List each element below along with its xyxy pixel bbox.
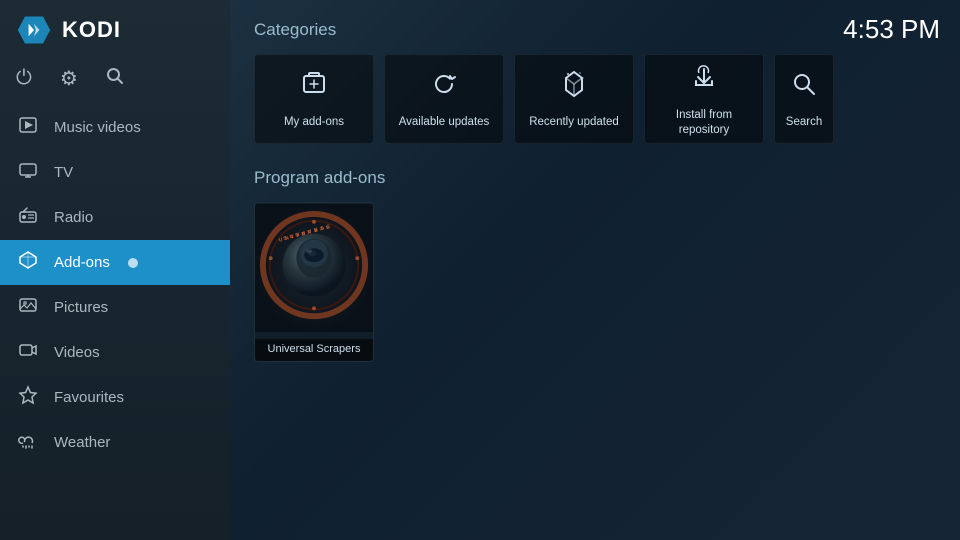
available-updates-label: Available updates (395, 115, 494, 130)
sidebar: KODI ⏻ ⚙ Music videos TV Radio (0, 0, 230, 540)
sidebar-label-music-videos: Music videos (54, 119, 141, 136)
sidebar-label-addons: Add-ons (54, 254, 110, 271)
category-recently-updated[interactable]: Recently updated (514, 54, 634, 144)
tv-icon (16, 160, 40, 185)
sidebar-item-addons[interactable]: Add-ons (0, 240, 230, 285)
addon-thumb-universal-scrapers: UNIVERSAL SCRAPERS (255, 203, 373, 333)
music-videos-icon (16, 115, 40, 140)
search-cat-icon (788, 68, 820, 107)
sidebar-label-radio: Radio (54, 209, 93, 226)
sidebar-item-videos[interactable]: Videos (0, 330, 230, 375)
category-install-from-repository[interactable]: Install from repository (644, 54, 764, 144)
recently-updated-icon (558, 68, 590, 107)
pictures-icon (16, 295, 40, 320)
install-from-repository-icon (688, 61, 720, 100)
available-updates-icon (428, 68, 460, 107)
search-cat-label: Search (782, 115, 826, 130)
addon-universal-scrapers[interactable]: UNIVERSAL SCRAPERS Universal Scrapers (254, 202, 374, 362)
main-content: 4:53 PM Categories My add-ons (230, 0, 960, 540)
weather-icon (16, 430, 40, 455)
time-display: 4:53 PM (843, 14, 940, 45)
app-title: KODI (62, 17, 121, 43)
addons-icon (16, 250, 40, 275)
sidebar-label-pictures: Pictures (54, 299, 108, 316)
sidebar-item-weather[interactable]: Weather (0, 420, 230, 465)
app-header: KODI (0, 0, 230, 60)
category-my-addons[interactable]: My add-ons (254, 54, 374, 144)
sidebar-label-videos: Videos (54, 344, 100, 361)
sidebar-item-tv[interactable]: TV (0, 150, 230, 195)
my-addons-icon (298, 68, 330, 107)
recently-updated-label: Recently updated (525, 115, 623, 130)
cursor-indicator (128, 258, 138, 268)
sidebar-label-weather: Weather (54, 434, 110, 451)
categories-row: My add-ons Available updates (254, 54, 936, 144)
videos-icon (16, 340, 40, 365)
settings-icon[interactable]: ⚙ (60, 66, 78, 91)
program-addons-heading: Program add-ons (254, 168, 936, 188)
sidebar-item-pictures[interactable]: Pictures (0, 285, 230, 330)
my-addons-label: My add-ons (280, 115, 348, 130)
addons-row: UNIVERSAL SCRAPERS Universal Scrapers (254, 202, 936, 362)
sidebar-label-favourites: Favourites (54, 389, 124, 406)
search-icon[interactable] (106, 67, 124, 91)
sidebar-item-favourites[interactable]: Favourites (0, 375, 230, 420)
kodi-logo-icon (16, 12, 52, 48)
top-icons-bar: ⏻ ⚙ (0, 60, 230, 105)
power-icon[interactable]: ⏻ (16, 67, 32, 90)
radio-icon (16, 205, 40, 230)
addon-label-universal-scrapers: Universal Scrapers (255, 339, 373, 361)
category-available-updates[interactable]: Available updates (384, 54, 504, 144)
sidebar-label-tv: TV (54, 164, 73, 181)
categories-heading: Categories (254, 20, 936, 40)
install-from-repository-label: Install from repository (672, 108, 736, 138)
favourites-icon (16, 385, 40, 410)
category-search[interactable]: Search (774, 54, 834, 144)
sidebar-item-radio[interactable]: Radio (0, 195, 230, 240)
sidebar-item-music-videos[interactable]: Music videos (0, 105, 230, 150)
